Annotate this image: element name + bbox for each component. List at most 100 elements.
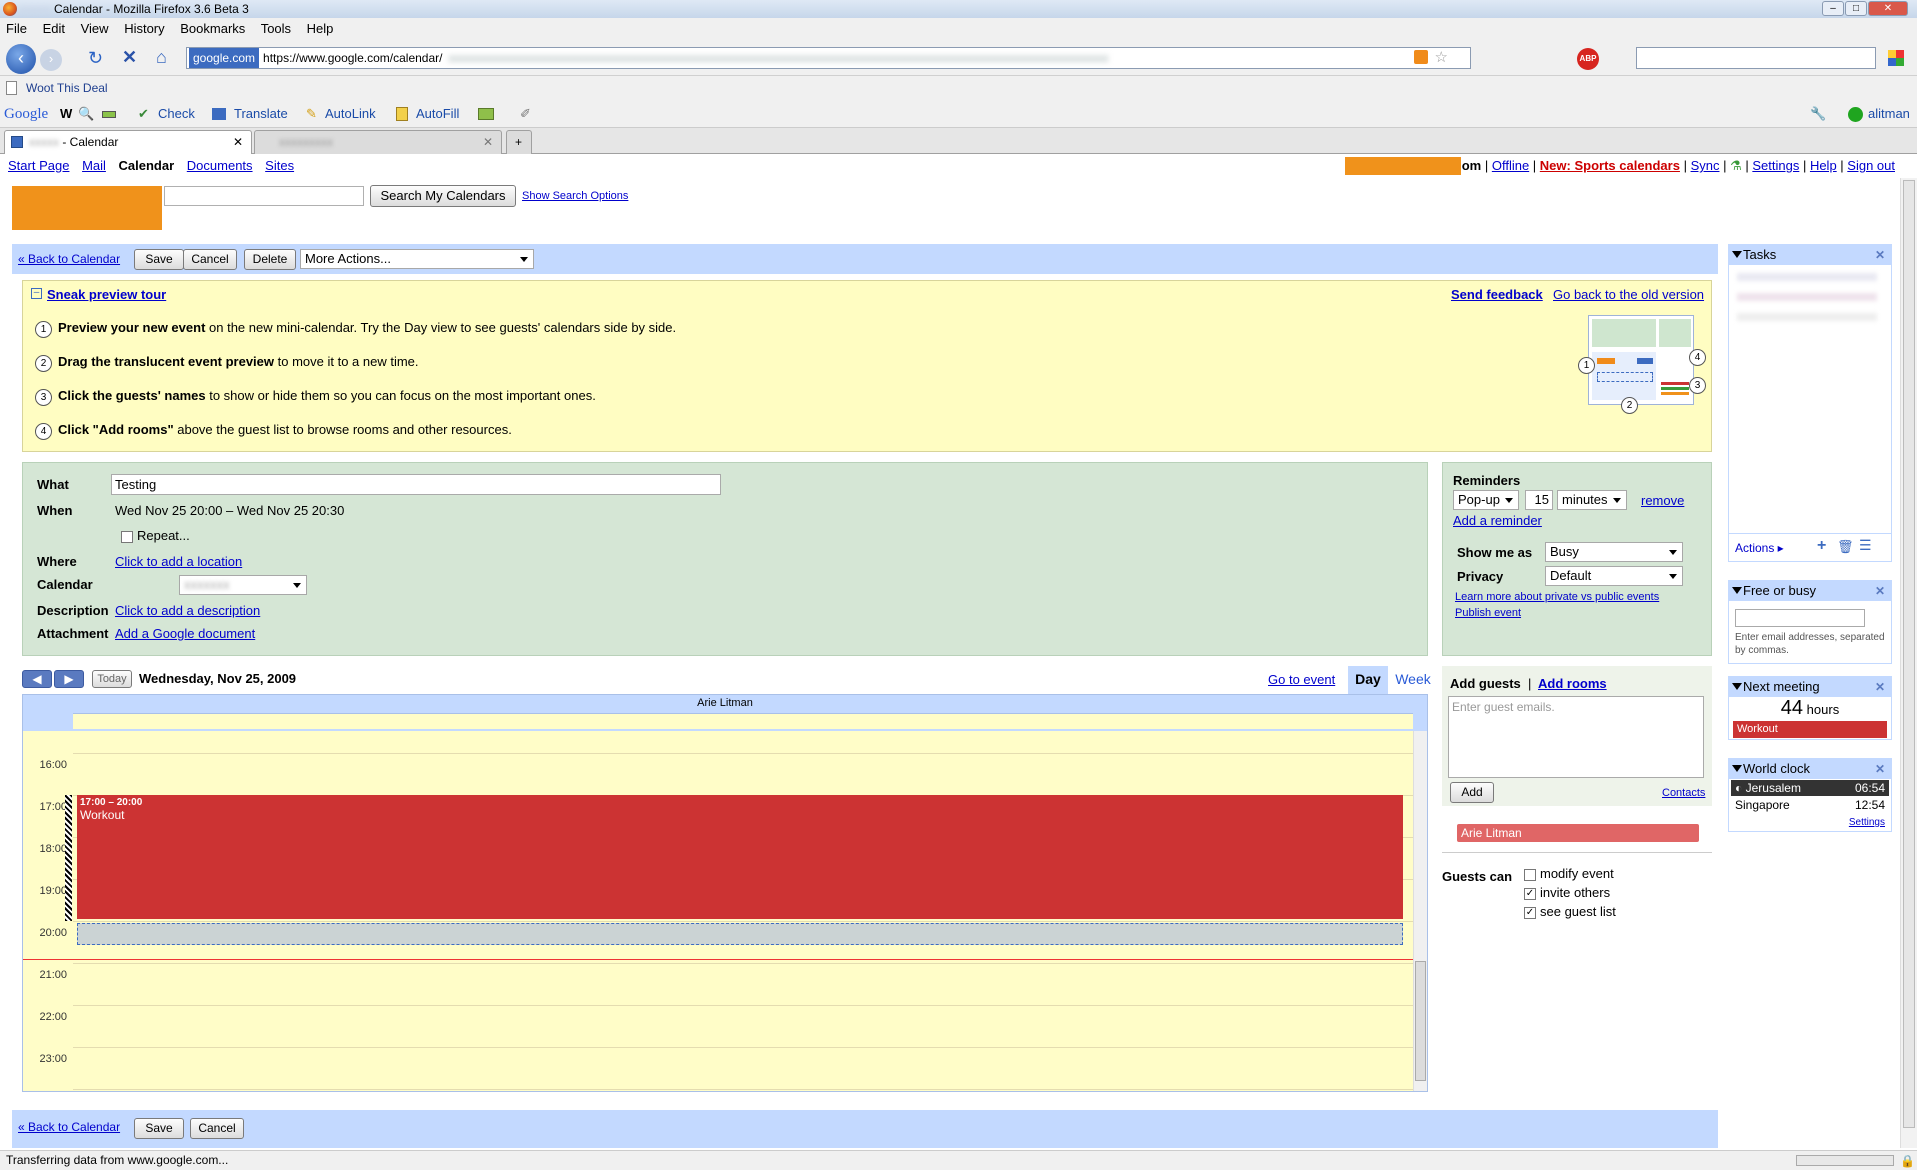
scrollbar-thumb[interactable] bbox=[1415, 961, 1426, 1081]
adblock-icon[interactable]: ABP bbox=[1577, 48, 1599, 70]
autofill-icon[interactable] bbox=[396, 107, 408, 121]
browser-search-input[interactable] bbox=[1636, 47, 1876, 69]
autolink-button[interactable]: AutoLink bbox=[325, 100, 376, 128]
new-tab-button[interactable]: + bbox=[506, 130, 532, 154]
trash-icon[interactable]: 🗑 bbox=[1837, 539, 1854, 555]
guest-emails-input[interactable]: Enter guest emails. bbox=[1448, 696, 1704, 778]
guest-option[interactable]: ✓ see guest list bbox=[1524, 904, 1616, 919]
free-busy-header[interactable]: Free or busy ✕ bbox=[1729, 581, 1891, 601]
home-icon[interactable]: ⌂ bbox=[156, 47, 167, 68]
forward-icon[interactable]: › bbox=[40, 49, 62, 71]
publish-event-link[interactable]: Publish event bbox=[1455, 607, 1521, 619]
back-to-calendar-link[interactable]: « Back to Calendar bbox=[18, 252, 120, 266]
search-calendars-button[interactable]: Search My Calendars bbox=[370, 185, 516, 207]
contacts-link[interactable]: Contacts bbox=[1662, 787, 1705, 799]
menu-history[interactable]: History bbox=[124, 21, 164, 36]
day-tab[interactable]: Day bbox=[1348, 666, 1388, 694]
highlighter-icon[interactable] bbox=[102, 111, 116, 118]
user-name[interactable]: alitman bbox=[1868, 100, 1910, 128]
autofill-button[interactable]: AutoFill bbox=[416, 100, 459, 128]
gbar-offline[interactable]: Offline bbox=[1492, 158, 1529, 173]
world-clock-settings-link[interactable]: Settings bbox=[1849, 817, 1885, 828]
day-grid-scrollbar[interactable] bbox=[1413, 731, 1427, 1091]
check-button[interactable]: Check bbox=[158, 100, 195, 128]
repeat-checkbox-box[interactable] bbox=[121, 530, 133, 543]
reminder-unit-select[interactable]: minutes bbox=[1557, 490, 1627, 510]
prev-day-button[interactable]: ◀ bbox=[22, 670, 52, 688]
gbar-sites[interactable]: Sites bbox=[265, 158, 294, 173]
page-scrollbar-thumb[interactable] bbox=[1903, 180, 1915, 1128]
google-toolbar-logo[interactable]: Google bbox=[4, 100, 48, 128]
world-clock-header[interactable]: World clock ✕ bbox=[1729, 759, 1891, 779]
go-to-event-link[interactable]: Go to event bbox=[1268, 672, 1335, 687]
gbar-sync[interactable]: Sync bbox=[1691, 158, 1720, 173]
tasks-actions-link[interactable]: Actions ▸ bbox=[1735, 541, 1784, 555]
minimize-icon[interactable]: – bbox=[1822, 1, 1844, 16]
modify-event-checkbox[interactable] bbox=[1524, 868, 1536, 881]
pencil-icon[interactable]: ✐ bbox=[520, 100, 531, 128]
add-document-link[interactable]: Add a Google document bbox=[115, 626, 255, 641]
save-button[interactable]: Save bbox=[134, 249, 184, 270]
person-column-header[interactable]: Arie Litman bbox=[23, 697, 1427, 709]
next-day-button[interactable]: ▶ bbox=[54, 670, 84, 688]
add-guest-button[interactable]: Add bbox=[1450, 782, 1494, 803]
gbar-start-page[interactable]: Start Page bbox=[8, 158, 69, 173]
magnifier-icon[interactable]: 🔍 bbox=[78, 100, 94, 128]
gbar-signout[interactable]: Sign out bbox=[1847, 158, 1895, 173]
menu-tools[interactable]: Tools bbox=[261, 21, 291, 36]
collapse-icon[interactable]: – bbox=[31, 288, 42, 299]
gbar-help[interactable]: Help bbox=[1810, 158, 1837, 173]
tab-other[interactable]: xxxxxxxxx ✕ bbox=[254, 130, 502, 154]
calendar-select[interactable]: xxxxxxx bbox=[179, 575, 307, 595]
google-apps-icon[interactable] bbox=[1888, 50, 1904, 66]
close-window-icon[interactable]: ✕ bbox=[1868, 1, 1908, 16]
show-search-options-link[interactable]: Show Search Options bbox=[522, 190, 628, 202]
site-identity[interactable]: google.com bbox=[189, 48, 260, 68]
url-bar[interactable]: google.com https://www.google.com/calenda… bbox=[186, 47, 1471, 69]
menu-bookmarks[interactable]: Bookmarks bbox=[180, 21, 245, 36]
guest-chip[interactable]: Arie Litman bbox=[1457, 824, 1699, 842]
menu-edit[interactable]: Edit bbox=[43, 21, 65, 36]
calendar-logo[interactable] bbox=[12, 186, 162, 230]
translate-icon[interactable] bbox=[212, 108, 226, 120]
translate-button[interactable]: Translate bbox=[234, 100, 288, 128]
week-tab[interactable]: Week bbox=[1392, 666, 1434, 694]
gbar-sports[interactable]: New: Sports calendars bbox=[1540, 158, 1680, 173]
free-busy-input[interactable] bbox=[1735, 609, 1865, 627]
menu-help[interactable]: Help bbox=[307, 21, 334, 36]
learn-privacy-link[interactable]: Learn more about private vs public event… bbox=[1455, 591, 1659, 603]
cancel-button[interactable]: Cancel bbox=[183, 249, 237, 270]
gbar-settings[interactable]: Settings bbox=[1752, 158, 1799, 173]
remove-reminder-link[interactable]: remove bbox=[1641, 493, 1684, 508]
day-grid[interactable]: 16:00 17:00 18:00 19:00 20:00 21:00 22:0… bbox=[23, 731, 1413, 1091]
reminder-type-select[interactable]: Pop-up bbox=[1453, 490, 1519, 510]
menu-view[interactable]: View bbox=[81, 21, 109, 36]
when-value[interactable]: Wed Nov 25 20:00 – Wed Nov 25 20:30 bbox=[115, 503, 344, 518]
send-feedback-link[interactable]: Send feedback bbox=[1451, 287, 1543, 302]
today-button[interactable]: Today bbox=[92, 670, 132, 688]
autolink-icon[interactable]: ✎ bbox=[306, 100, 317, 128]
page-scrollbar[interactable] bbox=[1900, 178, 1917, 1148]
user-status-icon[interactable] bbox=[1848, 107, 1863, 122]
gbar-documents[interactable]: Documents bbox=[187, 158, 253, 173]
add-reminder-link[interactable]: Add a reminder bbox=[1453, 513, 1542, 528]
more-actions-select[interactable]: More Actions... bbox=[300, 249, 534, 269]
old-version-link[interactable]: Go back to the old version bbox=[1553, 287, 1704, 302]
star-icon[interactable]: ☆ bbox=[1435, 48, 1448, 68]
add-task-icon[interactable]: + bbox=[1817, 537, 1826, 555]
stop-icon[interactable]: ✕ bbox=[122, 47, 137, 68]
gbar-mail[interactable]: Mail bbox=[82, 158, 106, 173]
tab-close-icon[interactable]: ✕ bbox=[483, 131, 493, 153]
see-guest-list-checkbox[interactable]: ✓ bbox=[1524, 906, 1536, 919]
save-button[interactable]: Save bbox=[134, 1118, 184, 1139]
close-icon[interactable]: ✕ bbox=[1875, 245, 1885, 265]
labs-icon[interactable]: ⚗ bbox=[1730, 158, 1742, 173]
close-icon[interactable]: ✕ bbox=[1875, 759, 1885, 779]
tasks-header[interactable]: Tasks ✕ bbox=[1729, 245, 1891, 265]
guest-option[interactable]: modify event bbox=[1524, 866, 1614, 881]
repeat-checkbox[interactable]: Repeat... bbox=[121, 528, 190, 543]
event-block-workout[interactable]: 17:00 – 20:00 Workout bbox=[77, 795, 1403, 919]
add-rooms-link[interactable]: Add rooms bbox=[1538, 676, 1607, 691]
back-to-calendar-link[interactable]: « Back to Calendar bbox=[18, 1120, 120, 1134]
rss-icon[interactable] bbox=[1414, 50, 1428, 64]
